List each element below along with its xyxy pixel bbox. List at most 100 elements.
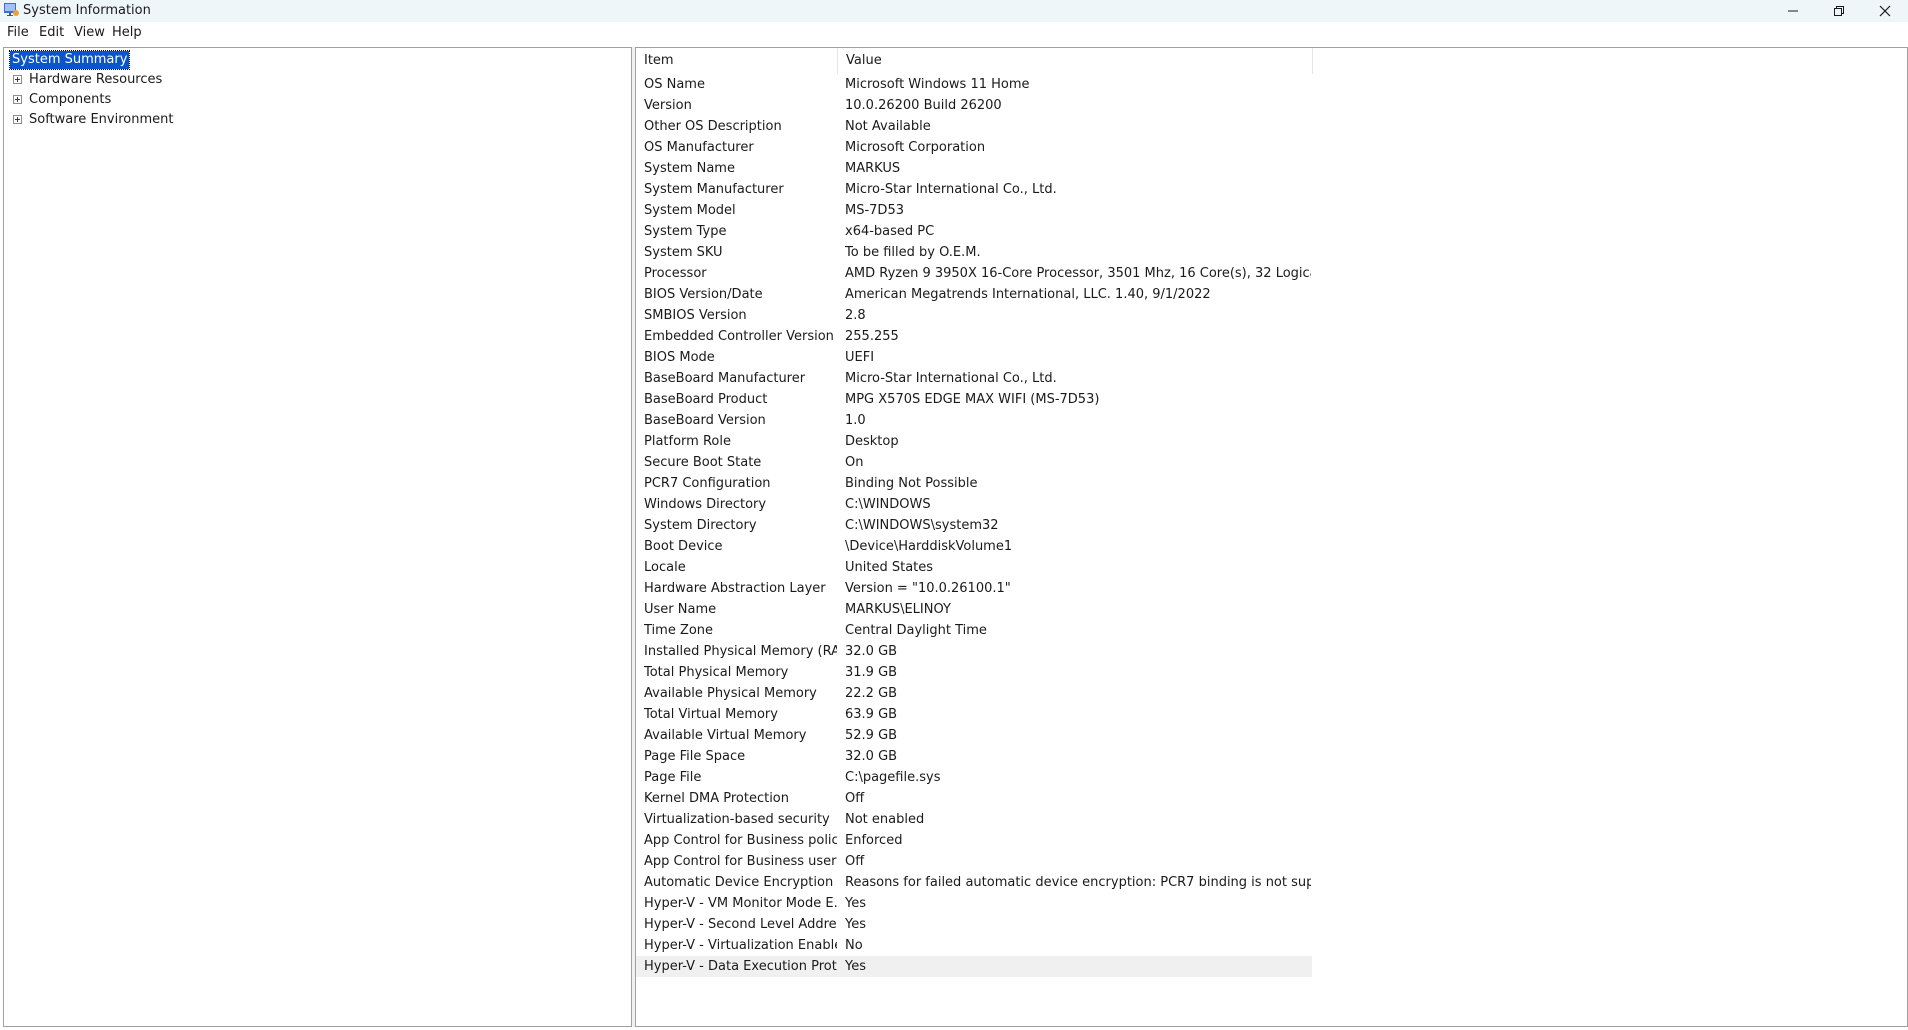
table-row[interactable]: Hyper-V - Second Level Addres... Yes [636,914,1312,935]
row-item-cell: Boot Device [644,539,723,554]
column-header-item[interactable]: Item [636,48,837,74]
table-row[interactable]: Hardware Abstraction Layer Version = "10.… [636,578,1312,599]
tree-node-hardware-resources[interactable]: Hardware Resources [4,70,404,90]
expand-icon[interactable] [13,115,22,124]
row-value-cell: Binding Not Possible [845,476,978,491]
restore-button[interactable] [1816,0,1862,22]
row-item-cell: BaseBoard Product [644,392,768,407]
table-row[interactable]: Platform Role Desktop [636,431,1312,452]
minimize-button[interactable] [1770,0,1816,22]
tree-node-system-summary[interactable]: System Summary [4,50,404,70]
tree-label-components[interactable]: Components [29,91,111,109]
table-row[interactable]: Automatic Device Encryption Su... Reasons… [636,872,1312,893]
table-row[interactable]: Processor AMD Ryzen 9 3950X 16-Core Proce… [636,263,1312,284]
table-row[interactable]: Hyper-V - Virtualization Enable... No [636,935,1312,956]
table-row[interactable]: Boot Device \Device\HarddiskVolume1 [636,536,1312,557]
table-row[interactable]: System Directory C:\WINDOWS\system32 [636,515,1312,536]
table-row[interactable]: Available Physical Memory 22.2 GB [636,683,1312,704]
table-row[interactable]: Available Virtual Memory 52.9 GB [636,725,1312,746]
table-row[interactable]: SMBIOS Version 2.8 [636,305,1312,326]
table-row[interactable]: Version 10.0.26200 Build 26200 [636,95,1312,116]
title-bar[interactable]: System Information [0,0,1908,22]
table-row[interactable]: App Control for Business policy Enforced [636,830,1312,851]
details-list[interactable]: Item Value OS Name Microsoft Windows 11 H… [635,47,1908,1027]
row-value-cell: 2.8 [845,308,866,323]
table-row[interactable]: System SKU To be filled by O.E.M. [636,242,1312,263]
category-tree[interactable]: System Summary Hardware Resources Compon… [3,47,632,1027]
row-value-cell: Yes [845,917,866,932]
table-row[interactable]: OS Manufacturer Microsoft Corporation [636,137,1312,158]
table-row[interactable]: System Manufacturer Micro-Star Internatio… [636,179,1312,200]
close-button[interactable] [1862,0,1908,22]
tree-label-hardware-resources[interactable]: Hardware Resources [29,71,162,89]
expand-icon[interactable] [13,95,22,104]
row-item-cell: OS Manufacturer [644,140,754,155]
row-value-cell: No [845,938,863,953]
tree-node-software-environment[interactable]: Software Environment [4,110,404,130]
table-row[interactable]: BIOS Mode UEFI [636,347,1312,368]
row-item-cell: Total Virtual Memory [644,707,778,722]
table-row[interactable]: Embedded Controller Version 255.255 [636,326,1312,347]
row-value-cell: Desktop [845,434,899,449]
row-item-cell: Version [644,98,692,113]
row-item-cell: System Manufacturer [644,182,784,197]
table-row[interactable]: System Type x64-based PC [636,221,1312,242]
table-row[interactable]: BaseBoard Product MPG X570S EDGE MAX WIFI… [636,389,1312,410]
table-row[interactable]: App Control for Business user ... Off [636,851,1312,872]
row-item-cell: System Model [644,203,736,218]
menu-file[interactable]: File [7,24,29,42]
table-row[interactable]: PCR7 Configuration Binding Not Possible [636,473,1312,494]
table-row[interactable]: User Name MARKUS\ELINOY [636,599,1312,620]
menu-edit[interactable]: Edit [39,24,64,42]
tree-label-system-summary[interactable]: System Summary [8,50,131,70]
row-value-cell: C:\WINDOWS\system32 [845,518,999,533]
minimize-icon [1788,10,1798,12]
row-item-cell: Available Virtual Memory [644,728,807,743]
row-value-cell: On [845,455,864,470]
column-divider[interactable] [1312,48,1313,74]
expand-icon[interactable] [13,75,22,84]
row-value-cell: Off [845,791,865,806]
row-value-cell: 10.0.26200 Build 26200 [845,98,1002,113]
row-item-cell: Available Physical Memory [644,686,817,701]
row-item-cell: Hyper-V - Data Execution Prote... [644,959,837,974]
table-row[interactable]: Installed Physical Memory (RAM) 32.0 GB [636,641,1312,662]
table-row[interactable]: Total Virtual Memory 63.9 GB [636,704,1312,725]
row-item-cell: Kernel DMA Protection [644,791,789,806]
table-row[interactable]: Time Zone Central Daylight Time [636,620,1312,641]
row-value-cell: 22.2 GB [845,686,898,701]
table-row[interactable]: Page File C:\pagefile.sys [636,767,1312,788]
table-row[interactable]: Hyper-V - Data Execution Prote... Yes [636,956,1312,977]
column-header-value[interactable]: Value [837,48,1312,74]
table-row[interactable]: BaseBoard Version 1.0 [636,410,1312,431]
table-row[interactable]: Virtualization-based security Not enabled [636,809,1312,830]
table-row[interactable]: OS Name Microsoft Windows 11 Home [636,74,1312,95]
tree-node-components[interactable]: Components [4,90,404,110]
row-value-cell: 52.9 GB [845,728,898,743]
list-header: Item Value [636,48,1313,74]
row-item-cell: Secure Boot State [644,455,762,470]
table-row[interactable]: System Name MARKUS [636,158,1312,179]
menu-help[interactable]: Help [112,24,142,42]
table-row[interactable]: Page File Space 32.0 GB [636,746,1312,767]
table-row[interactable]: Windows Directory C:\WINDOWS [636,494,1312,515]
row-item-cell: Locale [644,560,686,575]
table-row[interactable]: BaseBoard Manufacturer Micro-Star Interna… [636,368,1312,389]
row-value-cell: 32.0 GB [845,644,898,659]
menu-view[interactable]: View [74,24,105,42]
table-row[interactable]: Other OS Description Not Available [636,116,1312,137]
tree-label-software-environment[interactable]: Software Environment [29,111,173,129]
row-value-cell: C:\WINDOWS [845,497,931,512]
table-row[interactable]: Secure Boot State On [636,452,1312,473]
row-value-cell: Version = "10.0.26100.1" [845,581,1011,596]
table-row[interactable]: System Model MS-7D53 [636,200,1312,221]
table-row[interactable]: Total Physical Memory 31.9 GB [636,662,1312,683]
table-row[interactable]: Kernel DMA Protection Off [636,788,1312,809]
table-row[interactable]: Hyper-V - VM Monitor Mode E... Yes [636,893,1312,914]
table-row[interactable]: Locale United States [636,557,1312,578]
row-value-cell: AMD Ryzen 9 3950X 16-Core Processor, 350… [845,266,1311,281]
system-information-icon [4,3,19,16]
row-item-cell: BIOS Version/Date [644,287,763,302]
row-item-cell: Windows Directory [644,497,767,512]
table-row[interactable]: BIOS Version/Date American Megatrends Int… [636,284,1312,305]
